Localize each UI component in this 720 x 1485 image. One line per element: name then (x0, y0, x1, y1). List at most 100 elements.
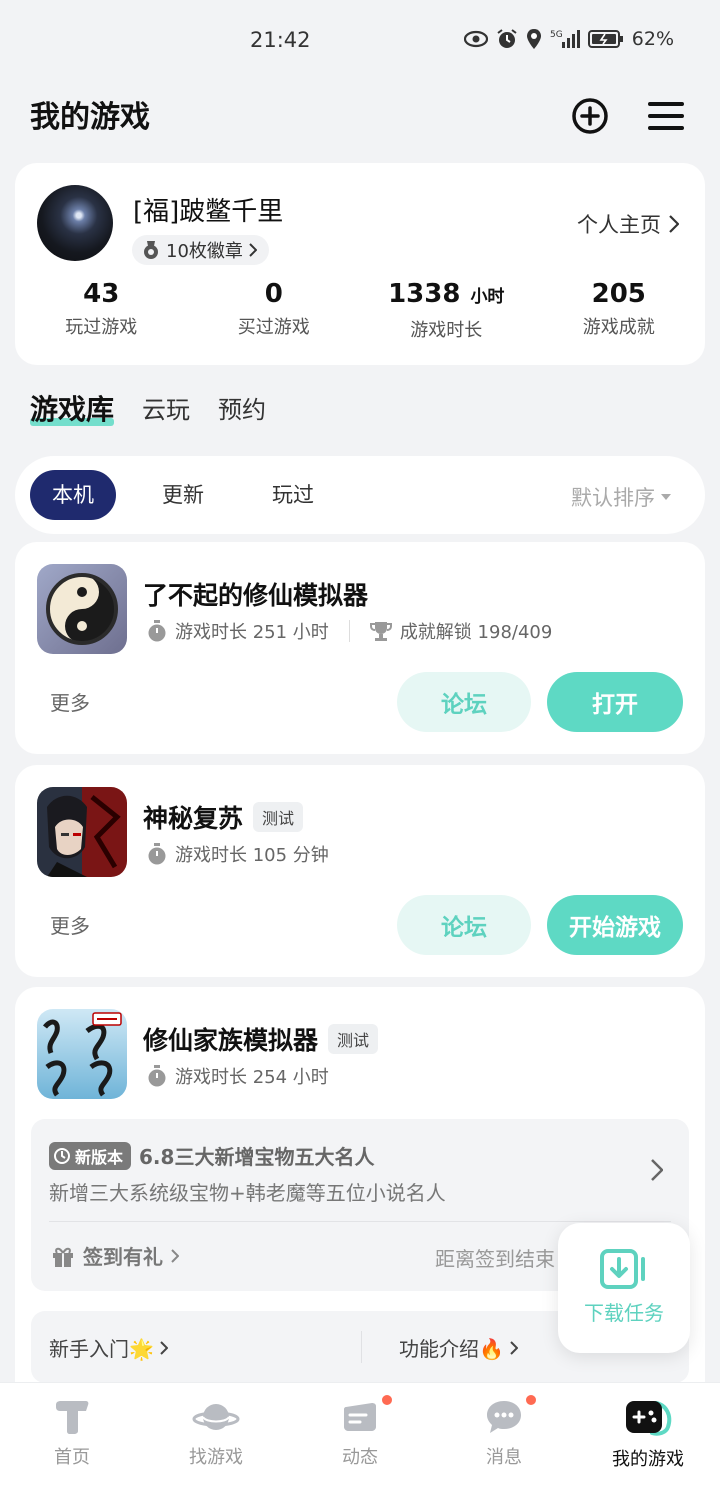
forum-button[interactable]: 论坛 (397, 672, 531, 732)
plus-circle-icon[interactable] (570, 96, 610, 136)
game-name-row: 了不起的修仙模拟器 (143, 576, 368, 612)
feed-icon (344, 1403, 376, 1431)
game-name: 了不起的修仙模拟器 (143, 581, 369, 610)
profile-link[interactable]: 个人主页 (577, 209, 679, 239)
filter-bar: 本机 更新 玩过 默认排序 (15, 456, 705, 534)
refresh-icon (54, 1147, 70, 1164)
tab-library[interactable]: 游戏库 (30, 392, 115, 428)
alarm-icon (497, 29, 517, 48)
meta-divider (348, 620, 350, 642)
tabbar-feed[interactable]: 动态 (288, 1383, 432, 1485)
game-playtime: 游戏时长 105 分钟 (175, 845, 329, 866)
game-name-row: 修仙家族模拟器 测试 (143, 1021, 379, 1057)
test-tag: 测试 (253, 802, 304, 832)
stat-playtime[interactable]: 1338 小时 游戏时长 (360, 279, 533, 342)
chevron-right-icon (171, 1248, 179, 1263)
game-name: 修仙家族模拟器 (143, 1026, 319, 1055)
taiji-icon (37, 564, 127, 654)
chip-played[interactable]: 玩过 (250, 470, 336, 520)
stat-label: 游戏时长 (410, 320, 483, 341)
forum-button[interactable]: 论坛 (397, 895, 531, 955)
profile-card: [福]跛鳖千里 10枚徽章 个人主页 43 玩过游戏 0 买过游戏 1338 小时… (15, 163, 705, 365)
tabbar-label: 首页 (54, 1447, 90, 1468)
beginner-guide-label: 新手入门🌟 (49, 1337, 154, 1361)
game-card[interactable]: 了不起的修仙模拟器 游戏时长 251 小时 成就解锁 198/409 更多 论坛… (15, 542, 705, 754)
chat-bubble-icon (487, 1401, 521, 1433)
avatar[interactable] (37, 185, 113, 261)
game-icon[interactable] (37, 787, 127, 877)
tabbar-label: 动态 (342, 1447, 378, 1468)
stat-unit: 小时 (470, 287, 505, 307)
tabbar-messages[interactable]: 消息 (432, 1383, 576, 1485)
game-name: 神秘复苏 (143, 804, 244, 833)
location-icon (526, 29, 541, 49)
game-icon[interactable] (37, 1009, 127, 1099)
home-icon (56, 1401, 89, 1434)
username[interactable]: [福]跛鳖千里 (133, 191, 283, 228)
profile-stats: 43 玩过游戏 0 买过游戏 1338 小时 游戏时长 205 游戏成就 (15, 279, 705, 342)
gamepad-icon (626, 1401, 672, 1436)
filter-chips: 本机 更新 玩过 (30, 470, 336, 520)
game-card[interactable]: 神秘复苏 测试 游戏时长 105 分钟 更多 论坛 开始游戏 (15, 765, 705, 977)
profile-link-label: 个人主页 (577, 213, 661, 237)
badge-count: 10枚徽章 (166, 241, 243, 262)
stat-label: 买过游戏 (237, 317, 310, 338)
sort-dropdown[interactable]: 默认排序 (571, 482, 671, 512)
more-link[interactable]: 更多 (50, 687, 90, 716)
stat-played[interactable]: 43 玩过游戏 (15, 279, 188, 342)
status-icons: 5G 62% (463, 28, 674, 50)
stat-achievements[interactable]: 205 游戏成就 (533, 279, 706, 342)
stopwatch-icon (148, 843, 166, 865)
news-description: 新增三大系统级宝物+韩老魔等五位小说名人 (49, 1181, 446, 1205)
chevron-right-icon (160, 1340, 168, 1355)
checkin-link[interactable]: 签到有礼 (51, 1241, 179, 1270)
status-time: 21:42 (250, 28, 311, 52)
svg-text:5G: 5G (550, 30, 563, 40)
stat-value: 205 (591, 279, 646, 309)
tabbar-home[interactable]: 首页 (0, 1383, 144, 1485)
new-version-label: 新版本 (75, 1147, 124, 1167)
stat-value: 0 (264, 279, 283, 309)
game-meta: 游戏时长 254 小时 (147, 1063, 329, 1089)
start-game-button[interactable]: 开始游戏 (547, 895, 683, 955)
game-icon[interactable] (37, 564, 127, 654)
notification-dot (380, 1393, 394, 1407)
more-link[interactable]: 更多 (50, 910, 90, 939)
header-actions (570, 96, 684, 136)
tabbar-my-games[interactable]: 我的游戏 (576, 1383, 720, 1485)
open-button[interactable]: 打开 (547, 672, 683, 732)
badge-pill[interactable]: 10枚徽章 (132, 235, 269, 265)
tab-cloud[interactable]: 云玩 (142, 392, 190, 428)
feature-intro-label: 功能介绍🔥 (399, 1337, 504, 1361)
stat-label: 玩过游戏 (65, 317, 138, 338)
chip-updates[interactable]: 更新 (140, 470, 226, 520)
chevron-right-icon (249, 243, 257, 257)
character-portrait-icon (37, 787, 127, 877)
download-tasks-button[interactable]: 下载任务 (558, 1223, 690, 1353)
tabbar-find-games[interactable]: 找游戏 (144, 1383, 288, 1485)
gift-icon (53, 1247, 73, 1267)
stopwatch-icon (148, 620, 166, 642)
chevron-right-icon (510, 1340, 518, 1355)
stat-value: 1338 (388, 279, 461, 309)
trophy-icon (369, 622, 392, 641)
divider (49, 1221, 671, 1222)
notification-dot (524, 1393, 538, 1407)
game-achievement: 成就解锁 198/409 (399, 622, 553, 643)
hamburger-menu-icon[interactable] (648, 96, 684, 136)
chevron-right-icon (669, 215, 679, 233)
library-tabs: 游戏库 云玩 预约 (30, 392, 266, 428)
news-title-row: 新版本 6.8三大新增宝物五大名人 (49, 1141, 374, 1170)
eye-icon (463, 30, 488, 48)
medal-icon (144, 241, 158, 259)
checkin-label: 签到有礼 (83, 1245, 163, 1269)
feature-intro-link[interactable]: 功能介绍🔥 (399, 1333, 518, 1362)
chip-local[interactable]: 本机 (30, 470, 116, 520)
news-title: 6.8三大新增宝物五大名人 (139, 1145, 375, 1169)
stat-bought[interactable]: 0 买过游戏 (188, 279, 361, 342)
page-header: 我的游戏 (30, 96, 684, 140)
beginner-guide-link[interactable]: 新手入门🌟 (49, 1333, 168, 1362)
divider (361, 1331, 362, 1363)
tab-reservation[interactable]: 预约 (218, 392, 266, 428)
game-playtime: 游戏时长 254 小时 (175, 1067, 329, 1088)
